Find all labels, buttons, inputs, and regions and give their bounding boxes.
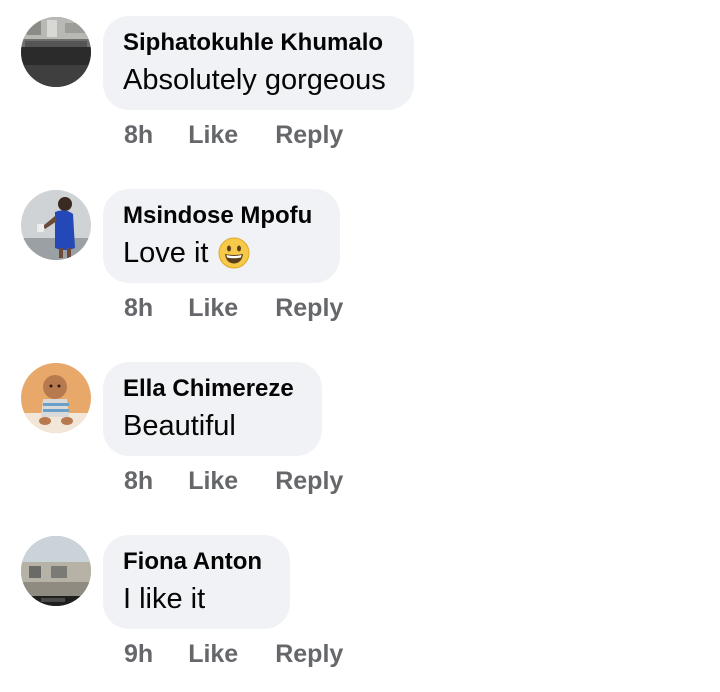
grinning-face-emoji-icon [218, 237, 250, 269]
comment-timestamp[interactable]: 9h [124, 640, 153, 669]
comment-item: Fiona Anton I like it 9h Like Reply [0, 519, 720, 692]
avatar[interactable] [21, 17, 91, 87]
comment-text-row: Beautiful [123, 408, 294, 444]
comment-text: Love it [123, 237, 209, 269]
comment-text: I like it [123, 583, 206, 615]
comment-text: Beautiful [123, 410, 236, 442]
avatar[interactable] [21, 190, 91, 260]
comment-actions: 8h Like Reply [124, 294, 343, 323]
comment-bubble: Msindose Mpofu Love it [103, 189, 341, 283]
avatar-kitchen-photo-icon [21, 17, 91, 87]
avatar-woman-blue-dress-photo-icon [21, 190, 91, 260]
avatar[interactable] [21, 536, 91, 606]
comment-text: Absolutely gorgeous [123, 64, 386, 96]
reply-button[interactable]: Reply [275, 467, 343, 496]
comment-item: Siphatokuhle Khumalo Absolutely gorgeous… [0, 0, 720, 173]
comment-author[interactable]: Ella Chimereze [123, 374, 294, 404]
comment-item: Msindose Mpofu Love it 8h Like Reply [0, 173, 720, 346]
comment-author[interactable]: Msindose Mpofu [123, 201, 312, 231]
comment-timestamp[interactable]: 8h [124, 467, 153, 496]
comment-text-row: Absolutely gorgeous [123, 62, 386, 98]
like-button[interactable]: Like [188, 121, 238, 150]
avatar[interactable] [21, 363, 91, 433]
comment-text-row: Love it [123, 235, 312, 271]
like-button[interactable]: Like [188, 467, 238, 496]
comment-actions: 9h Like Reply [124, 640, 343, 669]
comment-item: Ella Chimereze Beautiful 8h Like Reply [0, 346, 720, 519]
like-button[interactable]: Like [188, 640, 238, 669]
comment-timestamp[interactable]: 8h [124, 121, 153, 150]
avatar-baby-photo-icon [21, 363, 91, 433]
reply-button[interactable]: Reply [275, 294, 343, 323]
comment-bubble: Fiona Anton I like it [103, 535, 291, 629]
comment-text-row: I like it [123, 581, 262, 617]
comment-actions: 8h Like Reply [124, 121, 343, 150]
comment-timestamp[interactable]: 8h [124, 294, 153, 323]
comment-author[interactable]: Fiona Anton [123, 547, 262, 577]
reply-button[interactable]: Reply [275, 121, 343, 150]
avatar-house-photo-icon [21, 536, 91, 606]
comment-bubble: Siphatokuhle Khumalo Absolutely gorgeous [103, 16, 414, 110]
comment-author[interactable]: Siphatokuhle Khumalo [123, 28, 386, 58]
reply-button[interactable]: Reply [275, 640, 343, 669]
comment-actions: 8h Like Reply [124, 467, 343, 496]
like-button[interactable]: Like [188, 294, 238, 323]
comment-bubble: Ella Chimereze Beautiful [103, 362, 322, 456]
